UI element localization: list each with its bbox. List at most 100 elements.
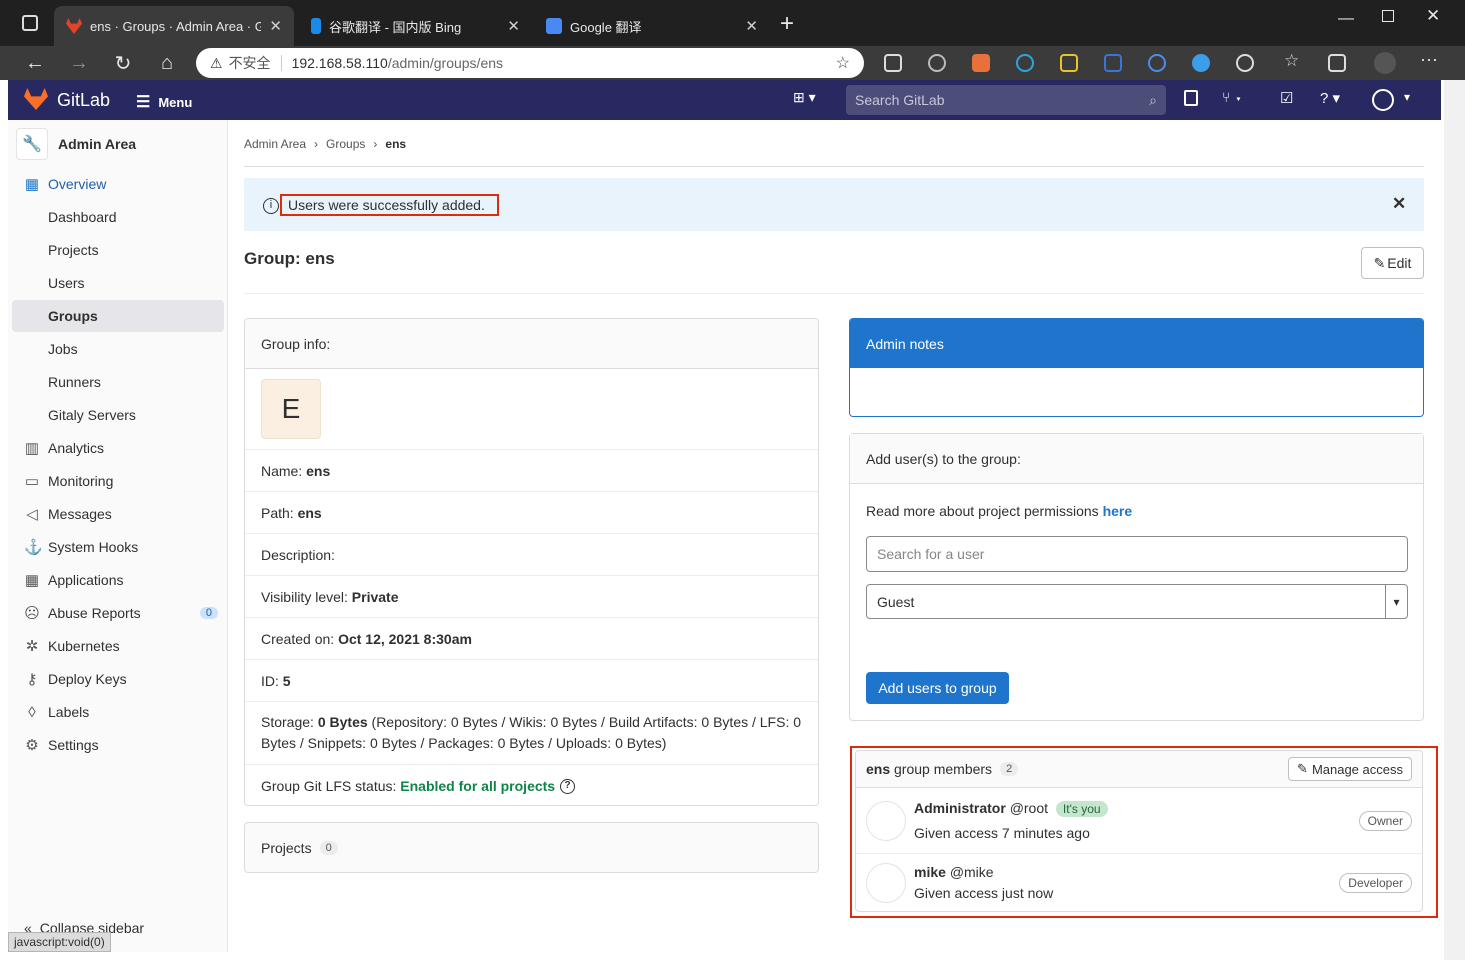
- extension-icon[interactable]: [1148, 54, 1166, 72]
- admin-sidebar: 🔧 Admin Area ▦ Overview Dashboard Projects U…: [8, 120, 228, 952]
- member-username: @mike: [949, 864, 994, 880]
- sidebar-item-labels[interactable]: ◊ Labels: [12, 696, 224, 728]
- menu-button[interactable]: ☰ Menu: [136, 92, 192, 112]
- add-users-label: Add users to group: [878, 680, 997, 696]
- visibility-value: Private: [351, 588, 399, 605]
- gitlab-logo-icon[interactable]: [24, 88, 48, 110]
- favorite-star-icon[interactable]: ☆: [836, 53, 850, 73]
- issues-icon[interactable]: [1184, 90, 1198, 106]
- edit-button[interactable]: ✎ Edit: [1361, 247, 1424, 279]
- group-avatar-row: E: [245, 369, 818, 450]
- storage-row: Storage: 0 Bytes (Repository: 0 Bytes / …: [245, 702, 818, 765]
- flash-notice: i Users were successfully added. ✕: [244, 178, 1424, 231]
- sidebar-item-groups[interactable]: Groups: [12, 300, 224, 332]
- breadcrumb-ens[interactable]: ens: [385, 137, 406, 151]
- url-field[interactable]: ⚠ 不安全 192.168.58.110/admin/groups/ens ☆: [196, 48, 864, 78]
- create-new-icon[interactable]: ⊞ ▾: [793, 89, 816, 106]
- breadcrumb-admin-area[interactable]: Admin Area: [244, 137, 306, 151]
- help-circle-icon[interactable]: ?: [560, 778, 576, 794]
- sidebar-item-monitoring[interactable]: ▭ Monitoring: [12, 465, 224, 497]
- new-tab-icon[interactable]: +: [780, 10, 794, 38]
- extension-icon[interactable]: [972, 54, 990, 72]
- more-options-icon[interactable]: ⋯: [1420, 50, 1438, 71]
- sidebar-item-abuse-reports[interactable]: ☹ Abuse Reports 0: [12, 597, 224, 629]
- maximize-icon[interactable]: [1382, 10, 1394, 22]
- sidebar-item-dashboard[interactable]: Dashboard: [12, 201, 224, 233]
- sidebar-item-jobs[interactable]: Jobs: [12, 333, 224, 365]
- close-tab-icon[interactable]: ✕: [269, 17, 282, 35]
- members-title: group members: [894, 761, 993, 777]
- permissions-link[interactable]: here: [1103, 503, 1133, 519]
- user-avatar[interactable]: [1372, 89, 1394, 111]
- gitlab-favicon-icon: [66, 18, 82, 34]
- sidebar-item-applications[interactable]: ▦ Applications: [12, 564, 224, 596]
- search-gitlab-input[interactable]: Search GitLab ⌕: [846, 85, 1166, 115]
- extension-icon[interactable]: [884, 54, 902, 72]
- close-icon[interactable]: ✕: [1392, 194, 1406, 214]
- breadcrumb-groups[interactable]: Groups: [326, 137, 365, 151]
- sidebar-item-runners[interactable]: Runners: [12, 366, 224, 398]
- home-icon[interactable]: ⌂: [150, 46, 184, 80]
- sidebar-item-overview[interactable]: ▦ Overview: [12, 168, 224, 200]
- avatar[interactable]: [866, 800, 906, 841]
- manage-access-button[interactable]: ✎ Manage access: [1288, 757, 1412, 781]
- minimize-icon[interactable]: —: [1338, 10, 1354, 28]
- tab-actions-icon[interactable]: [22, 15, 38, 31]
- projects-label: Projects: [261, 839, 312, 856]
- page-scrollbar[interactable]: [1444, 80, 1465, 960]
- profile-avatar[interactable]: [1374, 52, 1396, 74]
- back-icon[interactable]: ←: [18, 46, 52, 80]
- gitlab-brand[interactable]: GitLab: [57, 90, 110, 111]
- sidebar-item-deploy-keys[interactable]: ⚷ Deploy Keys: [12, 663, 224, 695]
- edit-label: Edit: [1387, 255, 1412, 271]
- member-name[interactable]: Administrator: [914, 800, 1006, 816]
- help-icon[interactable]: ? ▾: [1320, 89, 1340, 107]
- members-group-name: ens: [866, 761, 891, 777]
- tab-google-translate[interactable]: Google 翻译 ✕: [534, 6, 770, 46]
- sidebar-item-kubernetes[interactable]: ✲ Kubernetes: [12, 630, 224, 662]
- avatar[interactable]: [866, 863, 906, 903]
- member-row: mike @mike Given access just now Develop…: [856, 854, 1422, 911]
- sidebar-item-gitaly-servers[interactable]: Gitaly Servers: [12, 399, 224, 431]
- sidebar-item-settings[interactable]: ⚙ Settings: [12, 729, 224, 761]
- member-name[interactable]: mike: [914, 864, 946, 880]
- close-window-icon[interactable]: ✕: [1426, 6, 1440, 26]
- sidebar-item-analytics[interactable]: ▥ Analytics: [12, 432, 224, 464]
- tab-bing[interactable]: 谷歌翻译 - 国内版 Bing ✕: [296, 6, 532, 46]
- add-users-button[interactable]: Add users to group: [866, 672, 1009, 704]
- extension-icon[interactable]: [1016, 54, 1034, 72]
- sidebar-item-system-hooks[interactable]: ⚓ System Hooks: [12, 531, 224, 563]
- sidebar-item-label: Applications: [48, 572, 124, 588]
- created-label: Created on:: [261, 630, 335, 647]
- permissions-note: Read more about project permissions here: [866, 503, 1132, 519]
- extension-icon[interactable]: [928, 54, 946, 72]
- member-info: mike @mike Given access just now: [914, 862, 1053, 904]
- sidebar-context-header[interactable]: 🔧 Admin Area: [16, 128, 136, 160]
- collections-icon[interactable]: [1328, 54, 1346, 72]
- storage-detail: (Repository: 0 Bytes / Wikis: 0 Bytes / …: [371, 714, 802, 730]
- extension-icon[interactable]: [1192, 54, 1210, 72]
- close-tab-icon[interactable]: ✕: [745, 17, 758, 35]
- todos-icon[interactable]: ☑: [1280, 89, 1293, 107]
- sidebar-item-label: Dashboard: [48, 209, 117, 225]
- sidebar-item-projects[interactable]: Projects: [12, 234, 224, 266]
- user-search-input[interactable]: Search for a user: [866, 536, 1408, 572]
- chevron-down-icon[interactable]: ▾: [1404, 90, 1410, 104]
- sidebar-item-messages[interactable]: ◁ Messages: [12, 498, 224, 530]
- extension-icon[interactable]: [1104, 54, 1122, 72]
- extension-icon[interactable]: [1060, 54, 1078, 72]
- tab-gitlab[interactable]: ens · Groups · Admin Area · GitLa ✕: [54, 6, 294, 46]
- label-icon: ◊: [28, 703, 36, 721]
- extensions-puzzle-icon[interactable]: [1236, 54, 1254, 72]
- chevron-right-icon: ›: [314, 137, 319, 151]
- close-tab-icon[interactable]: ✕: [507, 17, 520, 35]
- reload-icon[interactable]: ↻: [106, 46, 140, 80]
- role-select[interactable]: Guest ▾: [866, 584, 1408, 619]
- projects-card: Projects 0: [244, 822, 819, 873]
- merge-requests-icon[interactable]: ⑂ ▾: [1222, 89, 1243, 105]
- favorites-icon[interactable]: ☆: [1284, 51, 1299, 71]
- forward-icon[interactable]: →: [62, 46, 96, 80]
- sidebar-item-users[interactable]: Users: [12, 267, 224, 299]
- kubernetes-icon: ✲: [25, 638, 39, 655]
- tab-title: 谷歌翻译 - 国内版 Bing: [329, 19, 462, 35]
